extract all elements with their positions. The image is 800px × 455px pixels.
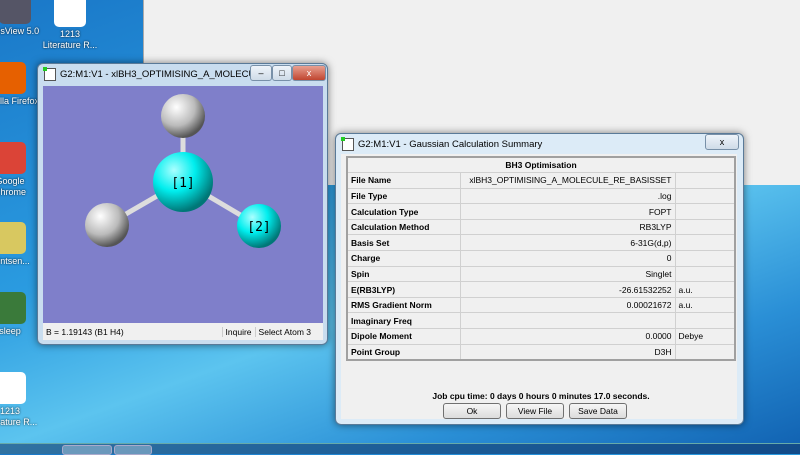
molecule-viewer-window: G2:M1:V1 - xlBH3_OPTIMISING_A_MOLECULE..… [37, 63, 328, 345]
row-unit [674, 265, 736, 283]
row-label: RMS Gradient Norm [346, 296, 461, 314]
maximize-button[interactable]: □ [272, 65, 292, 81]
viewer-titlebar[interactable]: G2:M1:V1 - xlBH3_OPTIMISING_A_MOLECULE..… [43, 67, 275, 81]
minimize-button[interactable]: – [250, 65, 272, 81]
table-row: Imaginary Freq [346, 312, 736, 330]
row-unit [674, 250, 736, 267]
table-row: Charge 0 [346, 250, 736, 267]
table-row: File Type .log [346, 187, 736, 205]
row-value: xlBH3_OPTIMISING_A_MOLECULE_RE_BASISSET [459, 172, 676, 189]
table-row: Spin Singlet [346, 265, 736, 283]
table-row: File Name xlBH3_OPTIMISING_A_MOLECULE_RE_… [346, 172, 736, 189]
desktop-icon-image [0, 142, 26, 174]
row-label: Calculation Method [346, 218, 461, 236]
desktop-icon-label: printsen... [0, 256, 30, 266]
row-value: 0 [459, 250, 676, 267]
row-value: Singlet [459, 265, 676, 283]
row-value: .log [459, 187, 676, 205]
desktop-icon[interactable]: sleep [0, 292, 40, 337]
atom-1-label: [1] [171, 176, 194, 191]
mode-text: Inquire [221, 326, 255, 337]
row-unit: a.u. [674, 281, 736, 298]
table-row: Calculation Method RB3LYP [346, 218, 736, 236]
desktop-icon-image [54, 0, 86, 27]
table-row: Dipole Moment 0.0000 Debye [346, 328, 736, 345]
desktop-icon-label: 1213 Literature R... [42, 29, 98, 50]
row-value: FOPT [459, 203, 676, 220]
row-label: File Name [346, 172, 461, 189]
row-unit [674, 218, 736, 236]
row-unit: Debye [674, 328, 736, 345]
summary-titlebar[interactable]: G2:M1:V1 - Gaussian Calculation Summary [341, 137, 543, 151]
row-label: Calculation Type [346, 203, 461, 220]
row-value: 6-31G(d,p) [459, 234, 676, 252]
close-button[interactable]: x [292, 65, 326, 81]
desktop-icon-image [0, 0, 31, 24]
row-label: Dipole Moment [346, 328, 461, 345]
row-unit: a.u. [674, 296, 736, 314]
row-value: RB3LYP [459, 218, 676, 236]
desktop-icon-label: ussView 5.0 [0, 26, 40, 36]
taskbar [0, 443, 800, 455]
table-row: Basis Set 6-31G(d,p) [346, 234, 736, 252]
desktop-icon[interactable]: 1213 Literature R... [40, 0, 100, 51]
summary-panel: BH3 Optimisation File Name xlBH3_OPTIMISIN… [341, 154, 737, 419]
summary-title: G2:M1:V1 - Gaussian Calculation Summary [358, 139, 543, 150]
atom-h-left[interactable] [85, 203, 129, 247]
row-label: File Type [346, 187, 461, 205]
row-label: Basis Set [346, 234, 461, 252]
desktop-icon-label: Google Chrome [0, 176, 26, 197]
desktop-icon[interactable]: ussView 5.0 [0, 0, 45, 37]
desktop-icon-image [0, 62, 26, 94]
table-row: Calculation Type FOPT [346, 203, 736, 220]
summary-window: G2:M1:V1 - Gaussian Calculation Summary … [335, 133, 744, 425]
atom-h-top[interactable] [161, 94, 205, 138]
desktop-icon[interactable]: printsen... [0, 222, 40, 267]
gaussview-app-icon [43, 67, 56, 81]
close-button[interactable]: x [705, 134, 739, 150]
row-unit [674, 234, 736, 252]
status-text: B = 1.19143 (B1 H4) [46, 326, 124, 337]
row-value: -26.61532252 [459, 281, 676, 298]
row-label: Imaginary Freq [346, 312, 461, 330]
table-heading: BH3 Optimisation [346, 156, 736, 174]
view-file-button[interactable]: View File [506, 403, 564, 419]
save-data-button[interactable]: Save Data [569, 403, 627, 419]
row-unit [674, 312, 736, 330]
cpu-time: Job cpu time: 0 days 0 hours 0 minutes 1… [432, 391, 650, 401]
desktop-icon-label: Mozilla Firefox [0, 96, 39, 106]
molecule-canvas[interactable]: [1] [2] [43, 86, 323, 323]
table-row: Point Group D3H [346, 343, 736, 361]
desktop-icon[interactable]: Google Chrome [0, 142, 40, 198]
desktop-icon-image [0, 372, 26, 404]
hint-text: Select Atom 3 [254, 326, 323, 337]
row-value: 0.00021672 [459, 296, 676, 314]
row-unit [674, 203, 736, 220]
atom-2-label: [2] [247, 220, 270, 235]
row-value [459, 312, 676, 330]
row-label: Point Group [346, 343, 461, 361]
viewer-title: G2:M1:V1 - xlBH3_OPTIMISING_A_MOLECULE..… [60, 69, 275, 80]
desktop-icon-image [0, 222, 26, 254]
ok-button[interactable]: Ok [443, 403, 501, 419]
row-label: Spin [346, 265, 461, 283]
summary-table: BH3 Optimisation File Name xlBH3_OPTIMISIN… [346, 156, 736, 361]
desktop-icon-image [0, 292, 26, 324]
table-row: RMS Gradient Norm 0.00021672 a.u. [346, 296, 736, 314]
status-bar: B = 1.19143 (B1 H4) Inquire Select Atom … [43, 323, 323, 340]
row-label: E(RB3LYP) [346, 281, 461, 298]
desktop-icon[interactable]: 1213 Literature R... [0, 372, 40, 428]
desktop-icon-label: 1213 Literature R... [0, 406, 38, 427]
table-row: E(RB3LYP) -26.61532252 a.u. [346, 281, 736, 298]
row-unit [674, 172, 736, 189]
row-unit [674, 187, 736, 205]
row-value: 0.0000 [459, 328, 676, 345]
gaussview-app-icon [341, 137, 354, 151]
row-unit [674, 343, 736, 361]
molecule-svg[interactable]: [1] [2] [43, 86, 323, 323]
row-label: Charge [346, 250, 461, 267]
desktop-icon-label: sleep [0, 326, 21, 336]
desktop-icon[interactable]: Mozilla Firefox [0, 62, 40, 107]
row-value: D3H [459, 343, 676, 361]
